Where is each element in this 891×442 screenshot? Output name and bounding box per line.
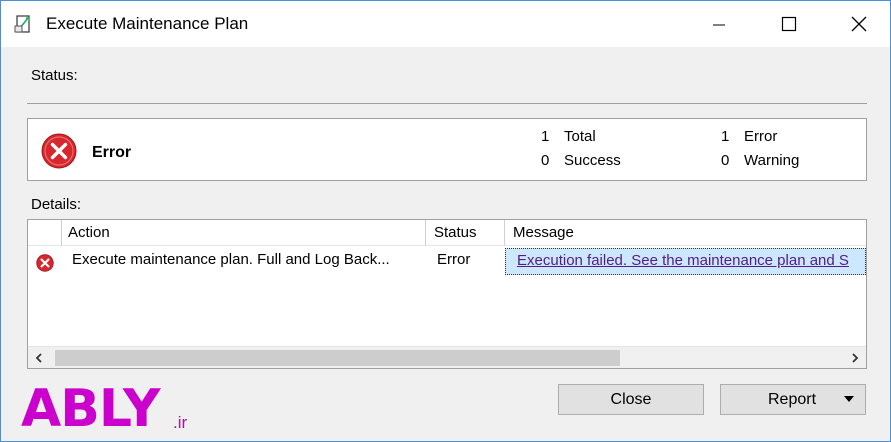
close-icon (851, 16, 867, 32)
total-count: 1 (541, 128, 550, 145)
dropdown-arrow-icon[interactable] (843, 393, 855, 405)
watermark-suffix: .ir (173, 413, 188, 432)
success-count: 0 (541, 152, 550, 169)
error-circle-icon (36, 254, 54, 272)
warning-label: Warning (744, 152, 800, 169)
column-header-status[interactable]: Status (426, 220, 505, 246)
total-label: Total (564, 128, 596, 145)
row-action: Execute maintenance plan. Full and Log B… (72, 251, 390, 268)
close-button[interactable]: Close (558, 384, 704, 415)
error-count: 1 (721, 128, 730, 145)
maintenance-plan-icon (14, 15, 30, 33)
scroll-left-button[interactable] (28, 347, 50, 368)
details-grid: Action Status Message Execute maintenanc… (27, 219, 867, 369)
warning-count: 0 (721, 152, 730, 169)
close-window-button[interactable] (836, 1, 882, 47)
horizontal-scrollbar[interactable] (28, 346, 866, 368)
icon-column-header[interactable] (28, 220, 62, 246)
scrollbar-thumb[interactable] (55, 350, 620, 366)
chevron-left-icon (35, 353, 42, 363)
error-circle-icon (41, 133, 77, 169)
status-label: Status: (31, 67, 78, 84)
close-button-label: Close (610, 390, 652, 408)
maximize-button[interactable] (766, 1, 812, 47)
details-label: Details: (31, 196, 82, 213)
row-status: Error (437, 251, 471, 268)
scroll-right-button[interactable] (844, 347, 866, 368)
window-title: Execute Maintenance Plan (46, 14, 249, 33)
maximize-icon (781, 16, 797, 32)
status-state: Error (92, 144, 132, 161)
row-message-link[interactable]: Execution failed. See the maintenance pl… (517, 252, 849, 269)
status-summary-panel: Error 1 Total 0 Success 1 Error 0 Warnin… (27, 118, 867, 181)
report-button[interactable]: Report (720, 384, 866, 415)
watermark-logo: ABLY .ir (21, 383, 187, 435)
minimize-icon (713, 24, 725, 26)
row-message-cell[interactable]: Execution failed. See the maintenance pl… (505, 248, 866, 275)
column-header-action[interactable]: Action (62, 220, 426, 246)
column-header-message[interactable]: Message (505, 220, 866, 246)
error-label: Error (744, 128, 778, 145)
watermark-brand: ABLY (21, 379, 161, 439)
execute-maintenance-plan-window: Execute Maintenance Plan Status: Error 1… (0, 0, 891, 442)
minimize-button[interactable] (696, 1, 742, 47)
title-bar[interactable]: Execute Maintenance Plan (1, 1, 890, 47)
chevron-right-icon (852, 353, 859, 363)
report-button-label: Report (768, 391, 817, 408)
success-label: Success (564, 152, 621, 169)
status-separator (27, 103, 867, 104)
